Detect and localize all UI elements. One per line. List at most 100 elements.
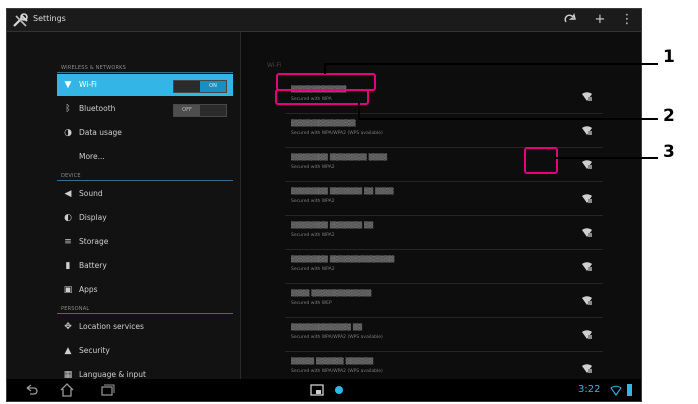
settings-item-label: Sound — [79, 189, 103, 198]
storage-icon: ≡ — [64, 237, 72, 247]
wifi-network-security: Secured with WPA2 — [291, 267, 335, 272]
wifi-network-row[interactable]: ▒▒▒▒ ▒▒▒▒▒▒▒▒▒▒▒▒▒ Secured with WEP — [285, 284, 605, 316]
wifi-network-row[interactable]: ▒▒▒▒▒▒▒▒ ▒▒▒▒▒▒▒ ▒▒ Secured with WPA2 — [285, 216, 605, 248]
section-divider — [57, 313, 233, 314]
wifi-pane-header: Wi-Fi — [267, 62, 282, 69]
wifi-network-security: Secured with WEP — [291, 301, 332, 306]
wifi-signal-lock-icon — [582, 330, 592, 339]
apps-icon: ▣ — [63, 285, 73, 295]
callout-number: 2 — [663, 106, 675, 126]
action-bar: Settings + ⋮ — [7, 9, 641, 32]
wifi-network-security: Secured with WPA/WPA2 (WPS available) — [291, 369, 383, 374]
wifi-network-name: ▒▒▒▒▒▒▒▒ ▒▒▒▒▒▒▒ ▒▒ — [291, 222, 374, 229]
callout-leader-line — [324, 63, 326, 74]
callout-leader-line — [554, 157, 658, 159]
back-icon[interactable] — [23, 382, 39, 398]
settings-tools-icon[interactable] — [12, 12, 30, 28]
location-icon: ✥ — [64, 322, 72, 332]
settings-item-label: Data usage — [79, 128, 122, 137]
bluetooth-toggle[interactable]: OFF — [173, 104, 227, 117]
callout-highlight-box — [524, 147, 558, 174]
settings-item-bluetooth[interactable]: ᛒ Bluetooth OFF — [57, 98, 233, 120]
wifi-signal-lock-icon — [582, 364, 592, 373]
callout-highlight-box — [275, 89, 369, 105]
sync-icon[interactable] — [561, 11, 579, 29]
wifi-signal-lock-icon — [582, 228, 592, 237]
sound-icon: ◀ — [64, 189, 72, 199]
wifi-network-name: ▒▒▒▒▒ ▒▒▒▒▒▒ ▒▒▒▒▒▒ — [291, 358, 374, 365]
status-clock: 3:22 — [578, 384, 601, 395]
settings-item-apps[interactable]: ▣ Apps — [57, 279, 233, 301]
settings-item-label: Storage — [79, 237, 109, 246]
add-icon[interactable]: + — [591, 11, 609, 29]
bluetooth-icon: ᛒ — [65, 104, 71, 114]
wifi-signal-lock-icon — [582, 160, 592, 169]
data-usage-icon: ◑ — [64, 128, 72, 138]
wifi-network-row[interactable]: ▒▒▒▒▒▒▒▒ ▒▒▒▒▒▒▒▒▒▒▒▒▒▒ Secured with WPA2 — [285, 250, 605, 282]
settings-item-label: Location services — [79, 322, 144, 331]
wifi-network-security: Secured with WPA/WPA2 (WPS available) — [291, 335, 383, 340]
settings-item-label: Display — [79, 213, 107, 222]
home-icon[interactable] — [59, 382, 75, 398]
settings-item-label: Wi-Fi — [79, 80, 97, 89]
settings-item-sound[interactable]: ◀ Sound — [57, 183, 233, 205]
settings-item-label: Security — [79, 346, 110, 355]
wifi-signal-lock-icon — [582, 262, 592, 271]
wifi-status-icon — [610, 385, 622, 396]
recent-apps-icon[interactable] — [99, 382, 115, 398]
settings-item-security[interactable]: ▲ Security — [57, 340, 233, 362]
settings-item-battery[interactable]: ▮ Battery — [57, 255, 233, 277]
wifi-network-name: ▒▒▒▒▒▒▒▒ ▒▒▒▒▒▒▒ ▒▒ ▒▒▒▒ — [291, 188, 394, 195]
wifi-signal-lock-icon — [582, 296, 592, 305]
wifi-icon: ▼ — [64, 80, 72, 90]
wifi-signal-lock-icon — [582, 126, 592, 135]
section-divider — [57, 72, 233, 73]
settings-item-label: Apps — [79, 285, 98, 294]
screenshot-icon[interactable] — [309, 382, 325, 398]
callout-leader-line — [358, 101, 360, 119]
app-notification-icon[interactable] — [331, 382, 347, 398]
settings-item-label: More... — [79, 152, 105, 161]
app-title: Settings — [33, 14, 66, 23]
wifi-toggle[interactable]: ON — [173, 80, 227, 93]
settings-item-more[interactable]: More... — [57, 146, 233, 168]
system-nav-bar: 3:22 — [7, 379, 641, 401]
settings-item-label: Language & input — [79, 370, 146, 379]
wifi-signal-lock-icon — [582, 194, 592, 203]
callout-number: 1 — [663, 47, 675, 67]
callout-number: 3 — [663, 142, 675, 162]
settings-item-location[interactable]: ✥ Location services — [57, 316, 233, 338]
overflow-menu-icon[interactable]: ⋮ — [618, 11, 636, 29]
callout-leader-line — [358, 118, 658, 120]
callout-leader-line — [324, 63, 658, 65]
wifi-network-security: Secured with WPA2 — [291, 199, 335, 204]
toggle-state: ON — [200, 81, 226, 92]
wifi-network-name: ▒▒▒▒▒▒▒▒▒▒▒▒▒ ▒▒ — [291, 324, 363, 331]
battery-icon: ▮ — [65, 261, 71, 271]
wifi-network-security: Secured with WPA/WPA2 (WPS available) — [291, 131, 383, 136]
settings-item-wifi[interactable]: ▼ Wi-Fi ON — [57, 74, 233, 96]
display-icon: ◐ — [64, 213, 72, 223]
section-header-personal: PERSONAL — [61, 306, 90, 312]
settings-item-data-usage[interactable]: ◑ Data usage — [57, 122, 233, 144]
section-header-wireless: WIRELESS & NETWORKS — [61, 65, 126, 71]
wifi-network-row[interactable]: ▒▒▒▒▒▒▒▒▒▒▒▒▒ ▒▒ Secured with WPA/WPA2 (W… — [285, 318, 605, 350]
toggle-state: OFF — [174, 105, 200, 116]
wifi-network-row[interactable]: ▒▒▒▒▒▒▒▒ ▒▒▒▒▒▒▒ ▒▒ ▒▒▒▒ Secured with WPA… — [285, 182, 605, 214]
section-divider — [57, 180, 233, 181]
section-header-device: DEVICE — [61, 173, 81, 179]
settings-item-storage[interactable]: ≡ Storage — [57, 231, 233, 253]
settings-item-label: Bluetooth — [79, 104, 116, 113]
wifi-network-security: Secured with WPA2 — [291, 165, 335, 170]
wifi-signal-lock-icon — [582, 92, 592, 101]
wifi-network-name: ▒▒▒▒▒▒▒▒ ▒▒▒▒▒▒▒▒ ▒▒▒▒ — [291, 154, 388, 161]
lock-icon: ▲ — [64, 346, 72, 356]
wifi-network-security: Secured with WPA2 — [291, 233, 335, 238]
battery-status-icon — [627, 384, 632, 396]
settings-item-display[interactable]: ◐ Display — [57, 207, 233, 229]
wifi-network-name: ▒▒▒▒ ▒▒▒▒▒▒▒▒▒▒▒▒▒ — [291, 290, 372, 297]
settings-item-label: Battery — [79, 261, 107, 270]
wifi-network-name: ▒▒▒▒▒▒▒▒ ▒▒▒▒▒▒▒▒▒▒▒▒▒▒ — [291, 256, 395, 263]
settings-categories-pane: WIRELESS & NETWORKS ▼ Wi-Fi ON ᛒ Bluetoo… — [7, 32, 240, 380]
wifi-network-name: ▒▒▒▒▒▒▒▒▒▒▒▒▒▒ — [291, 120, 356, 127]
